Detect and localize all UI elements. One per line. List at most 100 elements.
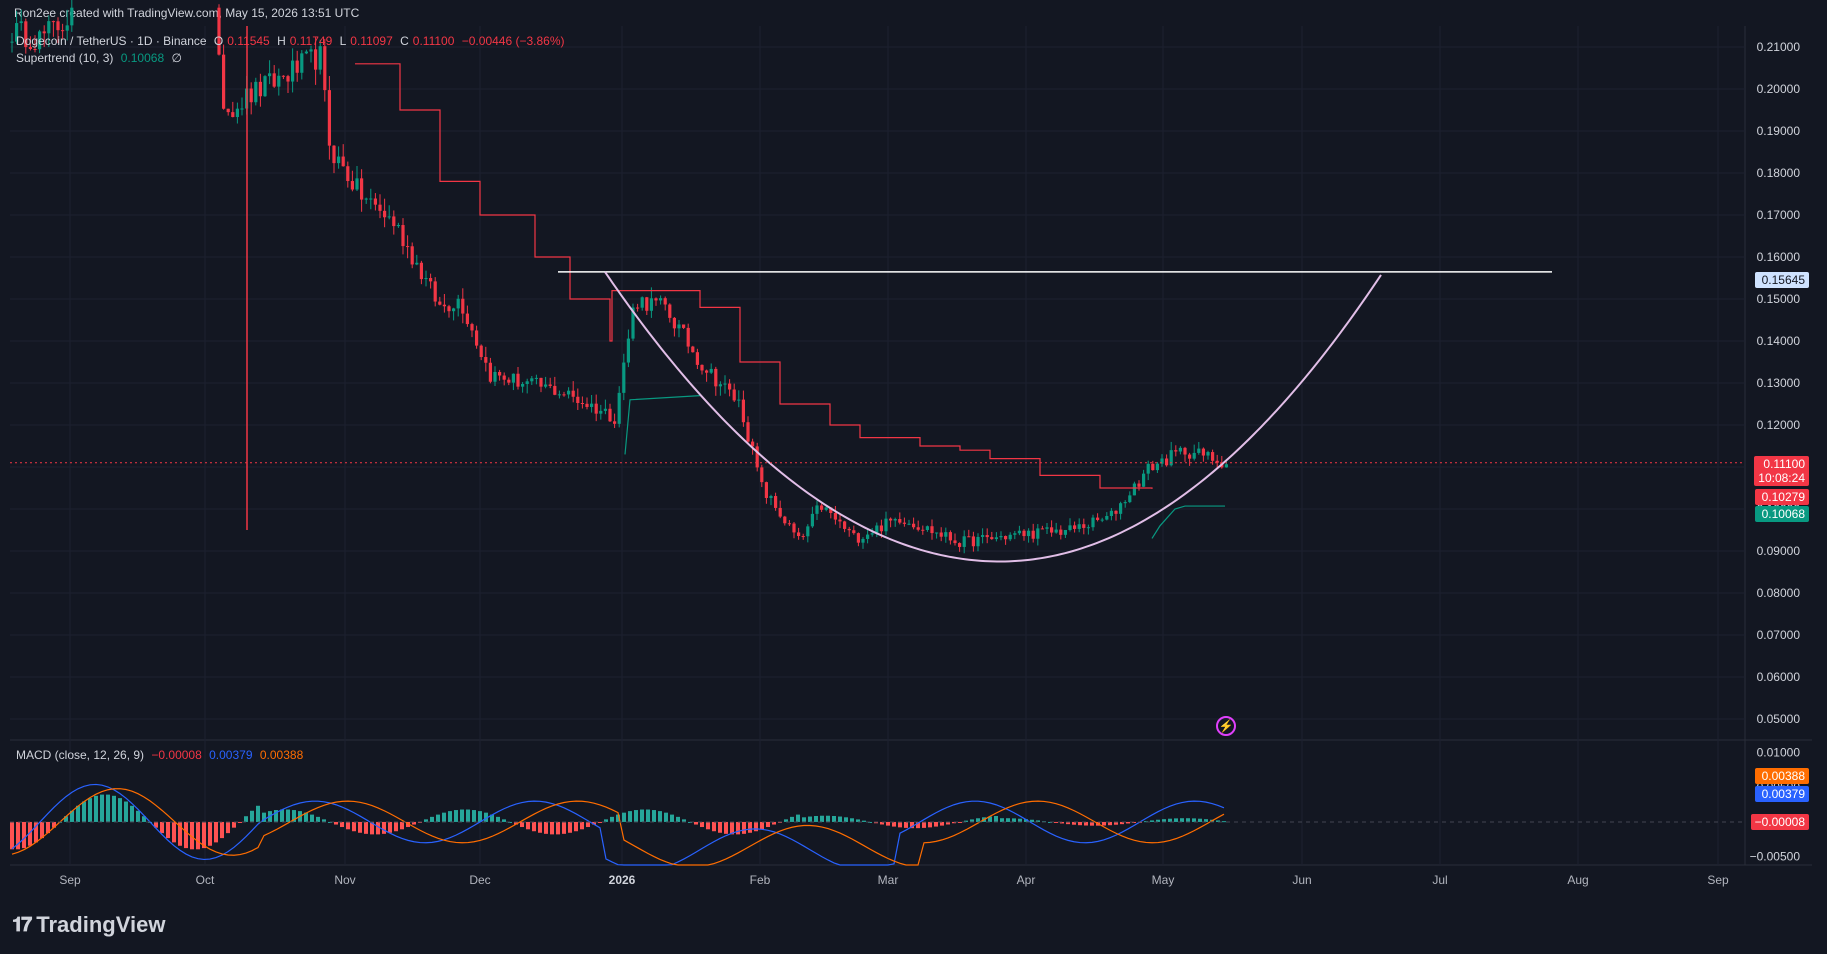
- macd-hist-bar: [790, 816, 794, 822]
- macd-hist-bar: [1078, 821, 1082, 826]
- macd-hist-bar: [826, 815, 830, 822]
- price-tick-label: 0.21000: [1757, 40, 1801, 54]
- macd-hist-bar: [106, 794, 110, 822]
- macd-hist-bar: [166, 821, 170, 839]
- macd-hist-bar: [892, 821, 896, 827]
- candle-body: [893, 519, 897, 521]
- candle-body: [419, 262, 423, 280]
- macd-hist-bar: [1174, 818, 1178, 822]
- macd-hist-bar: [1186, 818, 1190, 822]
- macd-hist-bar: [316, 816, 320, 822]
- candle-body: [1123, 502, 1127, 504]
- price-tick-label: 0.16000: [1757, 250, 1801, 264]
- candle-body: [438, 301, 442, 305]
- price-tick-label: 0.18000: [1757, 166, 1801, 180]
- macd-hist-bar: [598, 821, 602, 823]
- symbol-label[interactable]: Dogecoin / TetherUS · 1D · Binance: [16, 34, 207, 48]
- footer: [0, 896, 1827, 954]
- candle-body: [530, 378, 534, 382]
- tradingview-logo[interactable]: 𝟏𝟕 TradingView: [12, 912, 165, 938]
- macd-hist-bar: [1006, 818, 1010, 822]
- candle-body: [544, 384, 548, 387]
- candle-body: [810, 513, 814, 527]
- time-axis-label: Aug: [1567, 873, 1588, 887]
- candle-body: [732, 389, 736, 401]
- macd-hist-bar: [886, 821, 890, 826]
- supertrend-label[interactable]: Supertrend (10, 3): [16, 51, 113, 65]
- macd-hist-bar: [700, 821, 704, 828]
- macd-hist-bar: [694, 821, 698, 825]
- candle-body: [1073, 525, 1077, 529]
- macd-signal-value: 0.00388: [259, 748, 304, 762]
- candle-body: [268, 73, 272, 77]
- macd-hist-bar: [748, 821, 752, 833]
- macd-hist-bar: [574, 821, 578, 832]
- candle-body: [332, 145, 336, 164]
- candle-body: [907, 523, 911, 525]
- open-label: O: [213, 34, 224, 48]
- macd-hist-bar: [580, 821, 584, 830]
- candle-body: [815, 505, 819, 514]
- macd-hist-bar: [520, 821, 524, 828]
- candle-body: [691, 346, 695, 353]
- macd-hist-bar: [718, 821, 722, 833]
- candle-body: [424, 278, 428, 280]
- candle-body: [401, 225, 405, 247]
- macd-hist-bar: [244, 816, 248, 822]
- candle-body: [295, 60, 299, 73]
- candle-body: [447, 306, 451, 312]
- candle-body: [935, 532, 939, 534]
- macd-hist-bar: [712, 821, 716, 832]
- candle-body: [226, 108, 230, 113]
- macd-hist-bar: [364, 821, 368, 834]
- macd-hist-bar: [652, 810, 656, 822]
- macd-hist-bar: [454, 810, 458, 822]
- time-axis-label: Jun: [1292, 873, 1311, 887]
- candle-body: [392, 216, 396, 227]
- time-axis-label: Sep: [1707, 873, 1729, 887]
- macd-hist-bar: [136, 810, 140, 822]
- macd-hist-bar: [1012, 818, 1016, 822]
- candle-body: [475, 330, 479, 346]
- low-label: L: [339, 34, 347, 48]
- candle-body: [1008, 534, 1012, 540]
- candle-body: [1045, 527, 1049, 529]
- macd-hist-bar: [802, 817, 806, 822]
- candle-body: [1197, 448, 1201, 453]
- candle-body: [56, 21, 60, 31]
- macd-hist-bar: [256, 805, 260, 822]
- supertrend-value: 0.10068: [120, 51, 165, 65]
- candle-body: [1082, 524, 1086, 528]
- candle-body: [1178, 447, 1182, 452]
- price-tick-label: 0.08000: [1757, 586, 1801, 600]
- candle-body: [346, 166, 350, 182]
- candle-body: [61, 30, 65, 32]
- signal-badge: 0.00388: [1755, 768, 1809, 784]
- chart-canvas[interactable]: Sep Oct Nov Dec 2026 Feb Mar Apr May Jun Jul Aug Sep…: [0, 0, 1827, 954]
- macd-hist-bar: [1126, 821, 1130, 824]
- resistance-price-badge: 0.15645: [1755, 272, 1809, 288]
- candle-body: [410, 246, 414, 265]
- candle-body: [889, 518, 893, 521]
- macd-hist-bar: [346, 821, 350, 830]
- candle-body: [1206, 452, 1210, 456]
- candle-body: [709, 368, 713, 373]
- macd-hist-bar: [628, 811, 632, 822]
- candle-body: [387, 216, 391, 218]
- candle-body: [235, 108, 239, 118]
- macd-hist-bar: [922, 821, 926, 828]
- candle-body: [1132, 483, 1136, 496]
- candle-body: [383, 210, 387, 218]
- candle-body: [318, 46, 322, 70]
- lightning-icon[interactable]: ⚡: [1216, 716, 1236, 736]
- candle-body: [714, 368, 718, 387]
- macd-hist-bar: [76, 805, 80, 822]
- time-axis-label: Dec: [469, 873, 490, 887]
- macd-hist-bar: [568, 821, 572, 833]
- candle-body: [65, 25, 69, 31]
- candle-body: [10, 41, 14, 43]
- macd-label[interactable]: MACD (close, 12, 26, 9): [16, 748, 144, 762]
- macd-hist-bar: [310, 814, 314, 822]
- candle-body: [51, 21, 55, 23]
- candle-body: [42, 31, 46, 34]
